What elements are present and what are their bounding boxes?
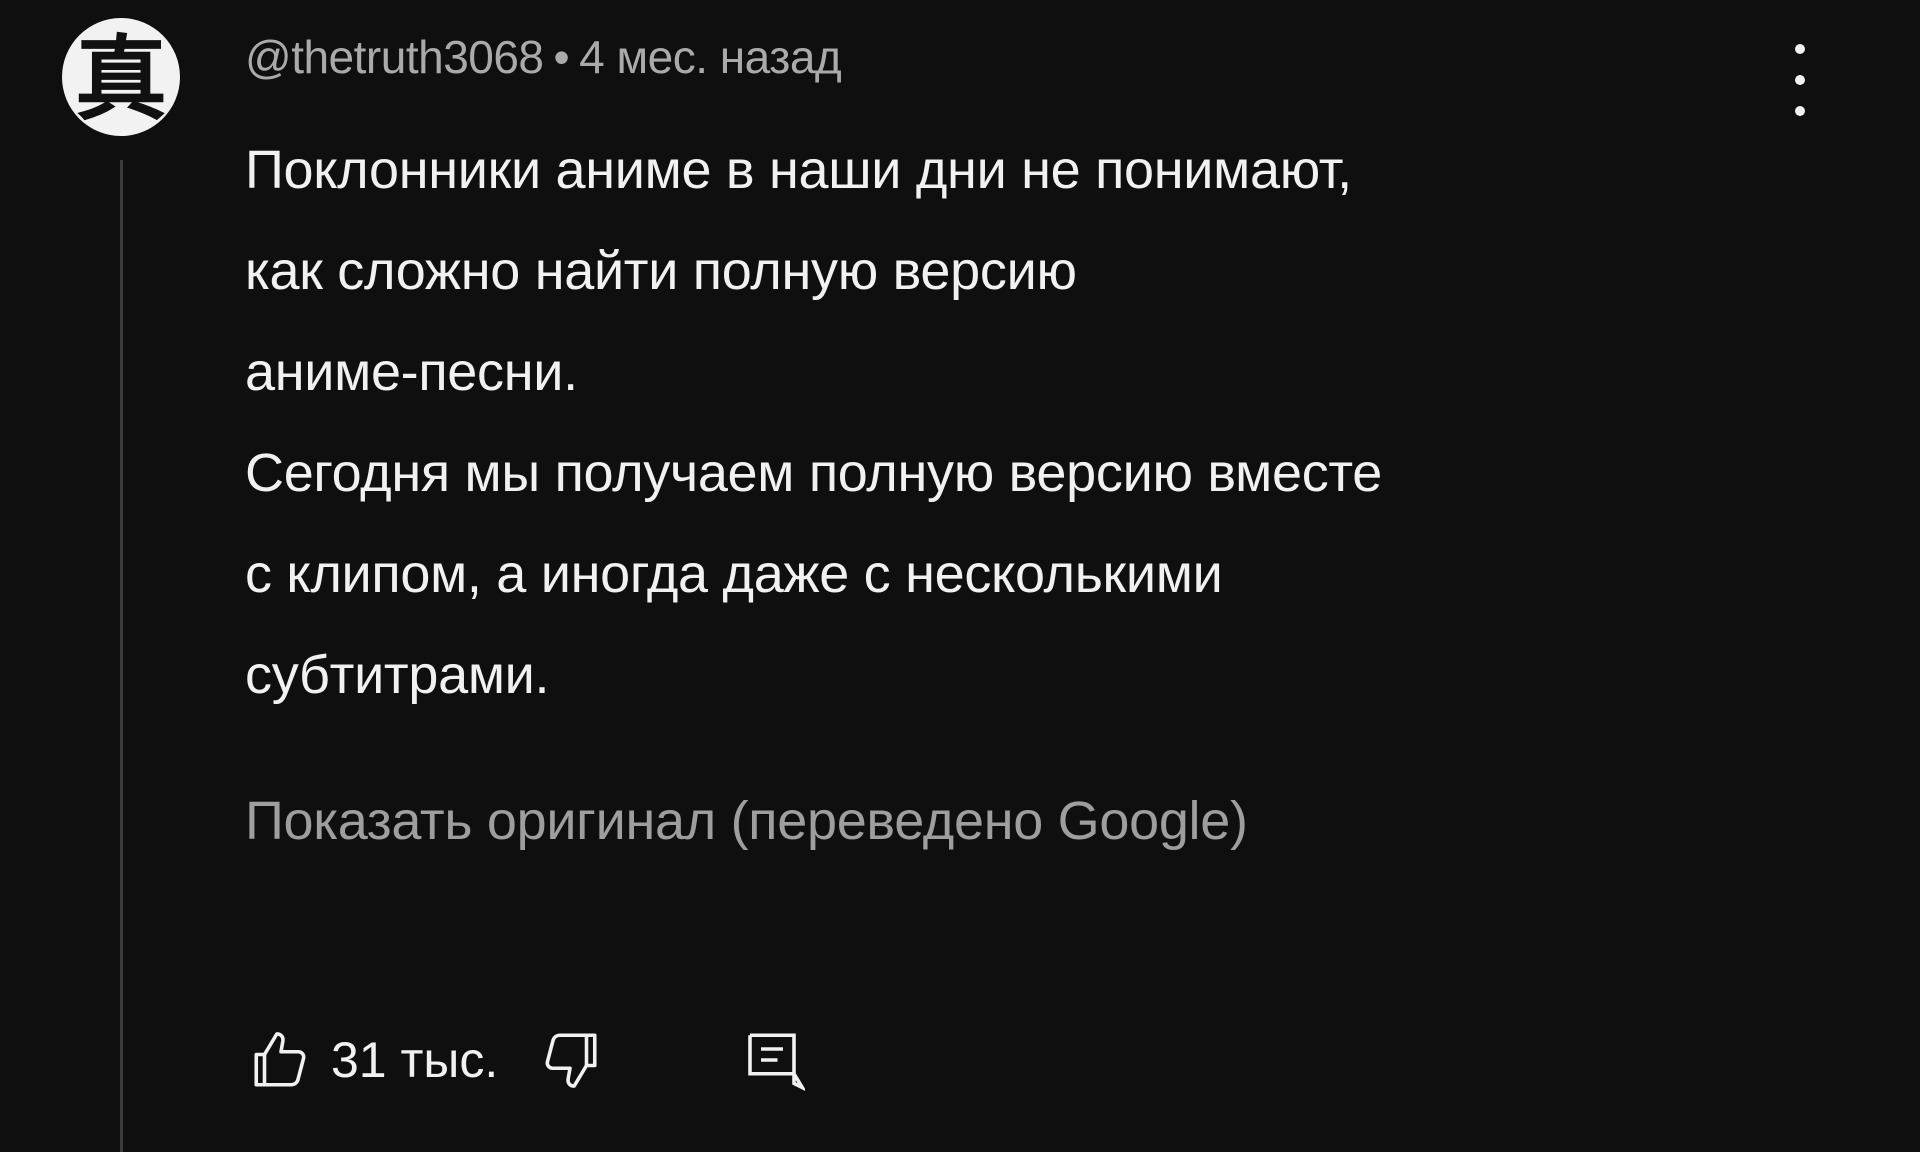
comment-body: Поклонники аниме в наши дни не понимают,… xyxy=(245,120,1785,726)
thread-line xyxy=(120,160,123,1152)
comment-paragraph-2: Сегодня мы получаем полную версию вместе… xyxy=(245,443,1382,705)
comment-reply-icon xyxy=(748,1033,806,1091)
avatar-glyph: 真 xyxy=(74,25,167,133)
more-vertical-icon-dot-2 xyxy=(1795,75,1805,85)
more-vertical-icon xyxy=(1795,44,1805,54)
comment-thread: 真 @thetruth3068 • 4 мес. назад Поклонники … xyxy=(0,0,1920,1152)
like-button[interactable] xyxy=(245,1024,317,1096)
thumbs-down-icon xyxy=(545,1033,597,1088)
author-handle[interactable]: @thetruth3068 xyxy=(245,31,544,83)
comment-timestamp[interactable]: 4 мес. назад xyxy=(579,31,842,83)
comment-actions: 31 тыс. xyxy=(245,1020,808,1100)
avatar[interactable]: 真 xyxy=(62,18,180,136)
comment-header: @thetruth3068 • 4 мес. назад xyxy=(245,30,842,84)
more-options-button[interactable] xyxy=(1770,44,1830,116)
thumbs-up-icon xyxy=(254,1032,306,1087)
dislike-button[interactable] xyxy=(534,1024,606,1096)
like-count: 31 тыс. xyxy=(331,1032,499,1088)
comment-paragraph-1: Поклонники аниме в наши дни не понимают,… xyxy=(245,140,1352,402)
more-vertical-icon-dot-3 xyxy=(1795,106,1805,116)
show-original-link[interactable]: Показать оригинал (переведено Google) xyxy=(245,790,1248,852)
header-separator: • xyxy=(553,31,570,83)
reply-button[interactable] xyxy=(736,1024,808,1096)
